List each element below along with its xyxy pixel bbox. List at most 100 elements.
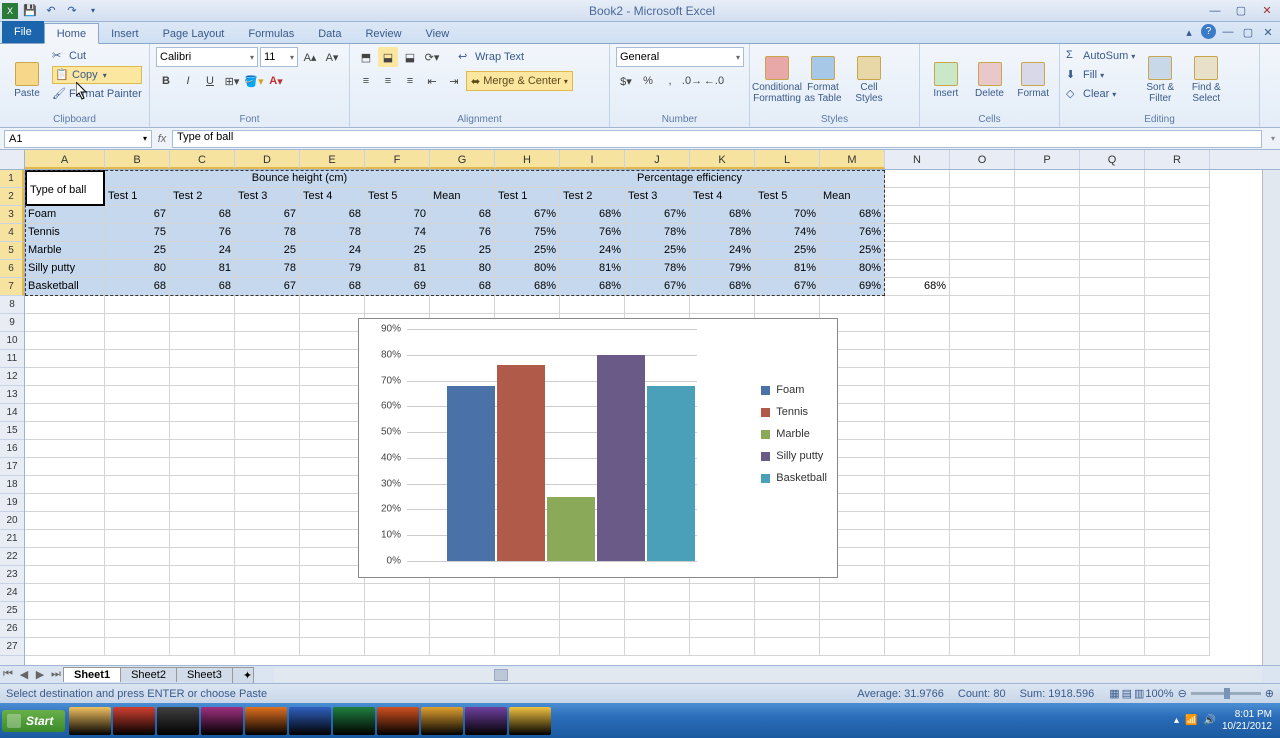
cell[interactable] (495, 638, 560, 656)
indent-inc-icon[interactable]: ⇥ (444, 71, 464, 91)
cell[interactable] (950, 368, 1015, 386)
row-header-7[interactable]: 7 (0, 278, 24, 296)
cell[interactable]: Mean (430, 188, 495, 206)
sheet-nav-first-icon[interactable]: ⏮ (0, 668, 16, 681)
cell[interactable] (170, 620, 235, 638)
cell[interactable]: 80 (105, 260, 170, 278)
cell[interactable] (885, 332, 950, 350)
cell[interactable] (25, 368, 105, 386)
cell[interactable] (885, 566, 950, 584)
cell[interactable]: Test 4 (690, 188, 755, 206)
cell[interactable]: 25% (820, 242, 885, 260)
cell[interactable] (25, 602, 105, 620)
taskbar-app-9[interactable] (465, 707, 507, 735)
cell[interactable] (1145, 242, 1210, 260)
cell[interactable] (170, 440, 235, 458)
cell[interactable] (235, 602, 300, 620)
cell[interactable] (885, 422, 950, 440)
formula-expand-icon[interactable]: ▾ (1266, 134, 1280, 143)
cell[interactable] (1080, 260, 1145, 278)
cell[interactable] (820, 638, 885, 656)
cell[interactable] (755, 602, 820, 620)
cell[interactable] (1145, 458, 1210, 476)
name-box[interactable]: A1▾ (4, 130, 152, 148)
delete-cells-button[interactable]: Delete (970, 47, 1010, 113)
row-header-3[interactable]: 3 (0, 206, 24, 224)
save-icon[interactable]: 💾 (21, 2, 39, 20)
cell[interactable] (105, 602, 170, 620)
view-normal-icon[interactable]: ▦ (1109, 687, 1119, 700)
vertical-scrollbar[interactable] (1262, 170, 1280, 665)
cell[interactable] (560, 584, 625, 602)
cell[interactable] (1080, 404, 1145, 422)
cell[interactable] (690, 602, 755, 620)
cell[interactable]: 68% (820, 206, 885, 224)
cell[interactable] (25, 296, 105, 314)
fill-button[interactable]: ⬇Fill▾ (1066, 66, 1135, 84)
column-header-Q[interactable]: Q (1080, 150, 1145, 169)
row-header-12[interactable]: 12 (0, 368, 24, 386)
cell[interactable] (1145, 440, 1210, 458)
cell[interactable]: 78 (235, 260, 300, 278)
cell[interactable]: 75 (105, 224, 170, 242)
cell[interactable] (25, 440, 105, 458)
row-header-21[interactable]: 21 (0, 530, 24, 548)
cell[interactable] (885, 512, 950, 530)
cell[interactable] (300, 458, 365, 476)
cell[interactable] (1015, 404, 1080, 422)
cell[interactable] (300, 530, 365, 548)
taskbar-app-10[interactable] (509, 707, 551, 735)
cell[interactable]: Foam (25, 206, 105, 224)
cell[interactable]: 81 (170, 260, 235, 278)
cell[interactable]: Test 3 (235, 188, 300, 206)
cell[interactable] (300, 404, 365, 422)
cell[interactable] (950, 386, 1015, 404)
cell[interactable]: 67% (495, 206, 560, 224)
format-painter-button[interactable]: 🖌Format Painter (52, 85, 142, 103)
cell[interactable] (885, 350, 950, 368)
cell[interactable] (950, 422, 1015, 440)
cell[interactable]: 68 (170, 278, 235, 296)
fx-icon[interactable]: fx (152, 133, 172, 145)
cell[interactable] (1015, 350, 1080, 368)
cell[interactable]: Test 1 (105, 188, 170, 206)
cell[interactable]: 67 (105, 206, 170, 224)
cell[interactable] (885, 314, 950, 332)
cell[interactable] (1015, 422, 1080, 440)
cell[interactable] (25, 476, 105, 494)
cell[interactable] (235, 512, 300, 530)
cell[interactable] (755, 584, 820, 602)
copy-button[interactable]: 📋Copy▾ (52, 66, 142, 84)
tab-review[interactable]: Review (353, 24, 413, 43)
cell[interactable] (170, 314, 235, 332)
row-header-25[interactable]: 25 (0, 602, 24, 620)
align-right-icon[interactable]: ≡ (400, 71, 420, 91)
cell[interactable] (300, 422, 365, 440)
maximize-button[interactable]: ▢ (1228, 2, 1254, 20)
cell[interactable] (25, 350, 105, 368)
cell[interactable]: 25% (625, 242, 690, 260)
cell[interactable] (300, 476, 365, 494)
cell[interactable]: 68% (690, 278, 755, 296)
cell[interactable] (300, 638, 365, 656)
column-header-D[interactable]: D (235, 150, 300, 169)
cell[interactable]: 78 (300, 224, 365, 242)
cell[interactable] (560, 638, 625, 656)
cell[interactable] (1080, 188, 1145, 206)
row-header-23[interactable]: 23 (0, 566, 24, 584)
cell[interactable] (885, 404, 950, 422)
cell[interactable] (1015, 296, 1080, 314)
redo-icon[interactable]: ↷ (63, 2, 81, 20)
row-header-19[interactable]: 19 (0, 494, 24, 512)
cell[interactable]: 68% (560, 206, 625, 224)
cell[interactable]: 79 (300, 260, 365, 278)
cell[interactable] (885, 242, 950, 260)
undo-icon[interactable]: ↶ (42, 2, 60, 20)
cell[interactable] (1015, 332, 1080, 350)
cell[interactable] (885, 296, 950, 314)
qat-more-icon[interactable]: ▾ (84, 2, 102, 20)
cell[interactable]: 74% (755, 224, 820, 242)
cell[interactable] (1080, 476, 1145, 494)
cell[interactable] (1080, 422, 1145, 440)
cell[interactable] (235, 548, 300, 566)
